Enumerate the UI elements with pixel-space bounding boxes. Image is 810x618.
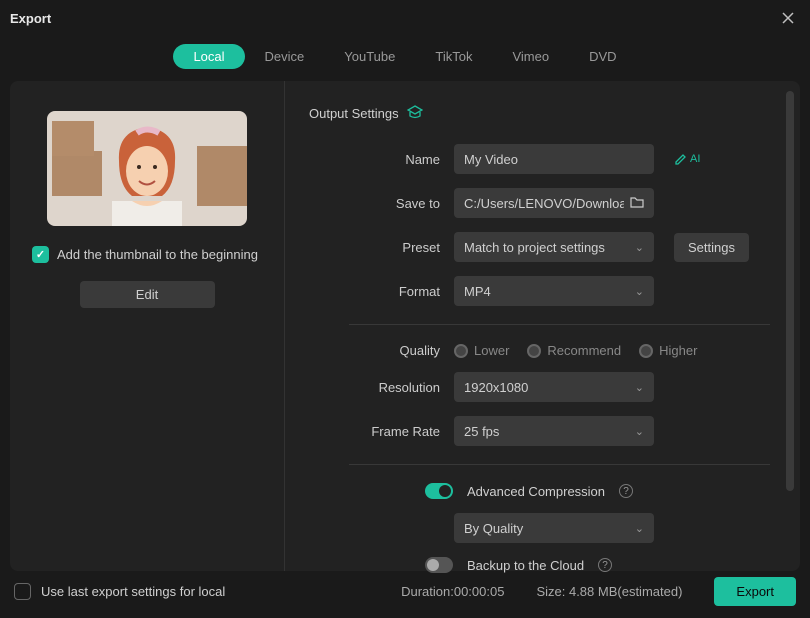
backup-cloud-label: Backup to the Cloud [467,558,584,573]
chevron-down-icon: ⌄ [635,285,644,298]
radio-icon [639,344,653,358]
close-icon [782,12,794,24]
ai-rename-icon[interactable]: AI [674,152,700,166]
footer: Use last export settings for local Durat… [0,571,810,611]
quality-higher-label: Higher [659,343,697,358]
close-button[interactable] [776,6,800,30]
thumbnail-preview [47,111,247,226]
help-icon[interactable]: ? [598,558,612,572]
preset-value: Match to project settings [464,240,605,255]
resolution-value: 1920x1080 [464,380,528,395]
edit-button[interactable]: Edit [80,281,215,308]
framerate-select[interactable]: 25 fps ⌄ [454,416,654,446]
settings-button[interactable]: Settings [674,233,749,262]
name-label: Name [309,152,454,167]
scrollbar[interactable] [786,91,794,491]
preset-label: Preset [309,240,454,255]
tab-local[interactable]: Local [173,44,244,69]
compression-mode-select[interactable]: By Quality ⌄ [454,513,654,543]
preset-select[interactable]: Match to project settings ⌄ [454,232,654,262]
resolution-select[interactable]: 1920x1080 ⌄ [454,372,654,402]
name-value: My Video [464,152,518,167]
framerate-label: Frame Rate [309,424,454,439]
name-input[interactable]: My Video [454,144,654,174]
right-panel: Output Settings Name My Video AI Save to… [285,81,800,571]
help-icon[interactable]: ? [619,484,633,498]
advanced-compression-label: Advanced Compression [467,484,605,499]
divider [349,324,770,325]
output-settings-title: Output Settings [309,106,399,121]
compression-mode-value: By Quality [464,521,523,536]
radio-icon [527,344,541,358]
saveto-value: C:/Users/LENOVO/Downloads [464,196,624,211]
left-panel: ✓ Add the thumbnail to the beginning Edi… [10,81,285,571]
backup-cloud-toggle[interactable] [425,557,453,573]
graduation-cap-icon[interactable] [407,105,423,122]
chevron-down-icon: ⌄ [635,241,644,254]
thumbnail-checkbox-label: Add the thumbnail to the beginning [57,247,258,262]
export-button[interactable]: Export [714,577,796,606]
advanced-compression-toggle[interactable] [425,483,453,499]
divider [349,464,770,465]
tab-device[interactable]: Device [245,44,325,69]
format-value: MP4 [464,284,491,299]
format-select[interactable]: MP4 ⌄ [454,276,654,306]
framerate-value: 25 fps [464,424,499,439]
quality-recommend-radio[interactable]: Recommend [527,343,621,358]
tab-dvd[interactable]: DVD [569,44,636,69]
resolution-label: Resolution [309,380,454,395]
quality-lower-label: Lower [474,343,509,358]
chevron-down-icon: ⌄ [635,522,644,535]
tab-vimeo[interactable]: Vimeo [492,44,569,69]
use-last-settings-checkbox[interactable] [14,583,31,600]
duration-info: Duration:00:00:05 [401,584,504,599]
size-info: Size: 4.88 MB(estimated) [536,584,682,599]
format-label: Format [309,284,454,299]
tabs-bar: Local Device YouTube TikTok Vimeo DVD [0,36,810,81]
folder-icon[interactable] [630,196,644,211]
chevron-down-icon: ⌄ [635,425,644,438]
quality-recommend-label: Recommend [547,343,621,358]
saveto-label: Save to [309,196,454,211]
thumbnail-checkbox[interactable]: ✓ [32,246,49,263]
radio-icon [454,344,468,358]
chevron-down-icon: ⌄ [635,381,644,394]
quality-higher-radio[interactable]: Higher [639,343,697,358]
quality-label: Quality [309,343,454,358]
use-last-settings-label: Use last export settings for local [41,584,225,599]
tab-tiktok[interactable]: TikTok [415,44,492,69]
saveto-field[interactable]: C:/Users/LENOVO/Downloads [454,188,654,218]
window-title: Export [10,11,51,26]
tab-youtube[interactable]: YouTube [324,44,415,69]
quality-lower-radio[interactable]: Lower [454,343,509,358]
